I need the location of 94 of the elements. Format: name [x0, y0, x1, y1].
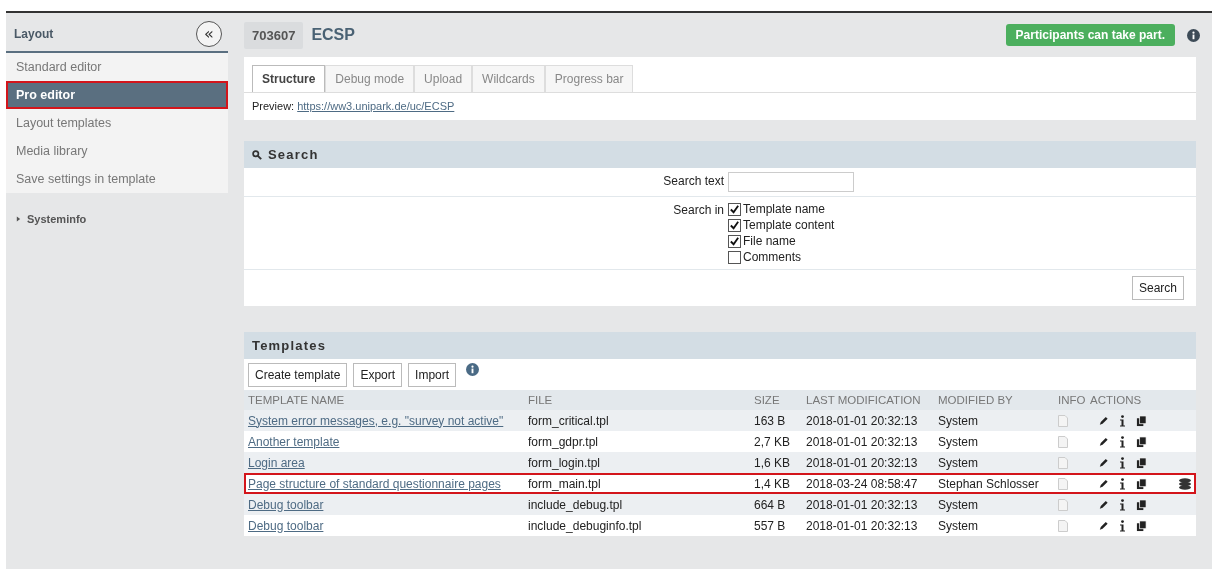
project-id: 703607	[244, 21, 304, 49]
table-cell: form_login.tpl	[528, 455, 601, 470]
info-icon[interactable]	[1117, 456, 1128, 469]
sidebar-title: Layout	[14, 27, 54, 41]
project-name: ECSP	[311, 26, 355, 44]
copy-icon[interactable]	[1136, 435, 1147, 448]
table-cell: 2018-03-24 08:58:47	[806, 476, 918, 491]
table-cell: System	[938, 413, 978, 428]
field-label: Search text	[662, 173, 724, 190]
checkbox-label: Comments	[743, 249, 801, 265]
table-cell: 2018-01-01 20:32:13	[806, 497, 918, 512]
table-cell: Stephan Schlosser	[938, 476, 1039, 491]
table-cell: form_critical.tpl	[528, 413, 609, 428]
table-cell: System	[938, 434, 978, 449]
sidebar-item[interactable]: Layout templates	[6, 109, 228, 137]
toolbar-button[interactable]: Import	[408, 363, 457, 387]
table-cell: System	[938, 497, 978, 512]
database-icon[interactable]	[1178, 477, 1192, 490]
template-link[interactable]: Page structure of standard questionnaire pages	[248, 476, 501, 491]
table-cell: 2018-01-01 20:32:13	[806, 434, 918, 449]
tab[interactable]: Upload	[414, 65, 473, 92]
checkbox-label: Template content	[743, 217, 835, 233]
copy-icon[interactable]	[1136, 477, 1147, 490]
column-header: ACTIONS	[1089, 393, 1143, 408]
search-button[interactable]: Search	[1131, 276, 1184, 300]
sidebar-item[interactable]: Pro editor	[6, 81, 228, 109]
pencil-icon[interactable]	[1098, 498, 1109, 511]
sidebar-section[interactable]: Systeminfo	[6, 213, 228, 225]
table-cell: form_gdpr.tpl	[528, 434, 599, 449]
info-icon[interactable]	[1117, 498, 1128, 511]
sidebar-item[interactable]: Media library	[6, 137, 228, 165]
toolbar-button[interactable]: Export	[353, 363, 403, 387]
info-icon[interactable]	[1117, 519, 1128, 532]
template-link[interactable]: Debug toolbar	[248, 518, 324, 533]
tab[interactable]: Structure	[252, 65, 326, 92]
pencil-icon[interactable]	[1098, 456, 1109, 469]
search-field[interactable]	[728, 172, 854, 192]
table-cell: 2018-01-01 20:32:13	[806, 518, 918, 533]
copy-icon[interactable]	[1136, 456, 1147, 469]
sidebar-item[interactable]: Save settings in template	[6, 165, 228, 193]
collapse-button[interactable]: «	[196, 21, 222, 47]
template-link[interactable]: Another template	[248, 434, 340, 449]
panel-title: Templates	[252, 338, 327, 353]
table-cell: 163 B	[754, 413, 786, 428]
caret-icon	[16, 216, 21, 222]
tab[interactable]: Progress bar	[544, 65, 634, 92]
template-link[interactable]: Login area	[248, 455, 305, 470]
info-icon[interactable]	[1117, 414, 1128, 427]
info-icon[interactable]	[1117, 477, 1128, 490]
template-link[interactable]: Debug toolbar	[248, 497, 324, 512]
pencil-icon[interactable]	[1098, 519, 1109, 532]
table-cell: System	[938, 455, 978, 470]
status-badge: Participants can take part.	[1005, 24, 1175, 46]
table-cell: form_main.tpl	[528, 476, 601, 491]
table-cell: include_debug.tpl	[528, 497, 623, 512]
checkbox[interactable]	[728, 218, 741, 232]
info-icon[interactable]	[1187, 28, 1200, 42]
pencil-icon[interactable]	[1098, 414, 1109, 427]
preview-link[interactable]: https://ww3.unipark.de/uc/ECSP	[297, 100, 455, 112]
pencil-icon[interactable]	[1098, 477, 1109, 490]
sidebar-item[interactable]: Standard editor	[6, 53, 228, 81]
toolbar-button[interactable]: Create template	[248, 363, 348, 387]
table-cell: 2,7 KB	[754, 434, 791, 449]
table-cell: 2018-01-01 20:32:13	[806, 455, 918, 470]
template-link[interactable]: System error messages, e.g. "survey not active"	[248, 413, 504, 428]
table-cell: 557 B	[754, 518, 786, 533]
panel-title: Search	[268, 147, 319, 162]
table-cell: 2018-01-01 20:32:13	[806, 413, 918, 428]
search-icon	[252, 149, 262, 160]
column-header: FILE	[527, 393, 554, 408]
checkbox[interactable]	[728, 234, 741, 248]
checkbox-label: File name	[743, 233, 796, 249]
table-cell: 1,6 KB	[754, 455, 791, 470]
column-header: INFO	[1057, 393, 1086, 408]
copy-icon[interactable]	[1136, 414, 1147, 427]
table-cell: 1,4 KB	[754, 476, 791, 491]
table-cell: 664 B	[754, 497, 786, 512]
copy-icon[interactable]	[1136, 498, 1147, 511]
tab[interactable]: Wildcards	[472, 65, 545, 92]
column-header: SIZE	[753, 393, 781, 408]
table-cell: System	[938, 518, 978, 533]
column-header: LAST MODIFICATION	[805, 393, 922, 408]
column-header: TEMPLATE NAME	[247, 393, 346, 408]
checkbox[interactable]	[728, 250, 741, 264]
column-header: MODIFIED BY	[937, 393, 1014, 408]
copy-icon[interactable]	[1136, 519, 1147, 532]
tab[interactable]: Debug mode	[325, 65, 415, 92]
checkbox-label: Template name	[743, 201, 826, 217]
checkbox[interactable]	[728, 202, 741, 216]
info-icon[interactable]	[1117, 435, 1128, 448]
table-cell: include_debuginfo.tpl	[528, 518, 642, 533]
field-label: Search in	[672, 202, 724, 219]
pencil-icon[interactable]	[1098, 435, 1109, 448]
preview-label: Preview:	[252, 100, 295, 112]
